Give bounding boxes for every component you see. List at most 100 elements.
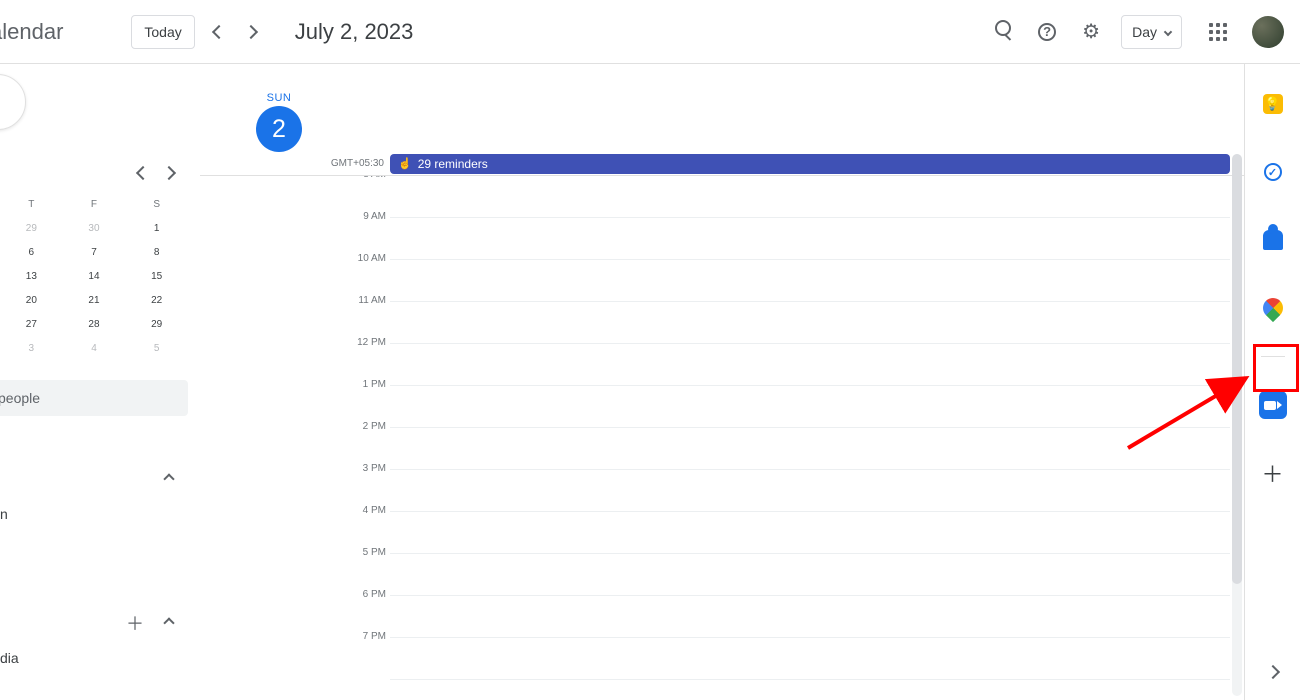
app-header: alendar Today July 2, 2023 ? ⚙ Day xyxy=(0,0,1300,64)
mini-cal-day[interactable]: 14 xyxy=(63,264,126,288)
main-area: TFS 29301678131415202122272829345 people… xyxy=(0,64,1300,700)
view-selector[interactable]: Day xyxy=(1121,15,1182,49)
today-button[interactable]: Today xyxy=(131,15,194,49)
search-icon xyxy=(995,20,1011,43)
calendar-list-item-2[interactable]: dia xyxy=(0,650,188,666)
keep-button[interactable]: 💡 xyxy=(1253,84,1293,124)
app-title: alendar xyxy=(0,19,83,45)
mini-cal-day[interactable]: 7 xyxy=(63,240,126,264)
reminders-event[interactable]: ☝ 29 reminders xyxy=(390,154,1230,174)
hour-row[interactable]: 11 AM xyxy=(390,302,1244,344)
get-addons-button[interactable]: ＋ xyxy=(1253,453,1293,493)
hour-label: 2 PM xyxy=(350,421,386,432)
hour-label: 4 PM xyxy=(350,505,386,516)
mini-cal-day[interactable]: 5 xyxy=(125,336,188,360)
maps-icon xyxy=(1258,294,1286,322)
zoom-addon-button[interactable] xyxy=(1253,385,1293,425)
hour-label: 9 AM xyxy=(350,211,386,222)
mini-cal-dow: S xyxy=(125,192,188,216)
hour-row[interactable]: 7 PM xyxy=(390,638,1244,680)
create-button[interactable] xyxy=(0,74,26,130)
all-day-row: GMT+05:30 ☝ 29 reminders xyxy=(200,152,1244,176)
support-button[interactable]: ? xyxy=(1027,12,1067,52)
day-number: 2 xyxy=(256,106,302,152)
chevron-right-icon xyxy=(162,166,176,180)
mini-cal-day[interactable]: 28 xyxy=(63,312,126,336)
prev-day-button[interactable] xyxy=(203,16,235,48)
mini-calendar-grid[interactable]: TFS 29301678131415202122272829345 xyxy=(0,192,188,360)
hour-row[interactable]: 2 PM xyxy=(390,428,1244,470)
hour-label: 6 PM xyxy=(350,589,386,600)
hour-label: 7 PM xyxy=(350,631,386,642)
section-collapse-1[interactable] xyxy=(156,466,182,492)
account-avatar[interactable] xyxy=(1252,16,1284,48)
maps-button[interactable] xyxy=(1253,288,1293,328)
add-other-calendars-button[interactable]: ＋ xyxy=(126,610,144,636)
keep-icon: 💡 xyxy=(1263,94,1283,114)
search-button[interactable] xyxy=(983,12,1023,52)
hour-row[interactable]: 8 AM xyxy=(390,176,1244,218)
day-view: SUN 2 GMT+05:30 ☝ 29 reminders 8 AM9 AM1… xyxy=(200,64,1244,700)
scrollbar-track[interactable] xyxy=(1232,154,1242,696)
mini-cal-dow: T xyxy=(0,192,63,216)
mini-cal-day[interactable]: 3 xyxy=(0,336,63,360)
mini-cal-day[interactable]: 6 xyxy=(0,240,63,264)
date-nav xyxy=(203,16,267,48)
hours-scroll-area[interactable]: 8 AM9 AM10 AM11 AM12 PM1 PM2 PM3 PM4 PM5… xyxy=(200,176,1244,700)
hour-label: 10 AM xyxy=(350,253,386,264)
day-of-week: SUN xyxy=(256,92,302,104)
mini-cal-day[interactable]: 22 xyxy=(125,288,188,312)
contacts-button[interactable] xyxy=(1253,220,1293,260)
view-selector-label: Day xyxy=(1132,24,1157,40)
chevron-up-icon xyxy=(163,473,174,484)
side-panel: 💡 ＋ xyxy=(1244,64,1300,700)
hour-row[interactable]: 3 PM xyxy=(390,470,1244,512)
settings-button[interactable]: ⚙ xyxy=(1071,12,1111,52)
hour-label: 3 PM xyxy=(350,463,386,474)
mini-cal-day[interactable]: 20 xyxy=(0,288,63,312)
day-column-header[interactable]: SUN 2 xyxy=(256,92,302,152)
mini-cal-day[interactable]: 27 xyxy=(0,312,63,336)
next-day-button[interactable] xyxy=(235,16,267,48)
hour-row[interactable]: 10 AM xyxy=(390,260,1244,302)
mini-cal-day[interactable]: 8 xyxy=(125,240,188,264)
tasks-icon xyxy=(1264,163,1282,181)
hour-label: 8 AM xyxy=(350,176,386,180)
plus-icon: ＋ xyxy=(1261,457,1283,489)
calendar-list-item-1[interactable]: n xyxy=(0,506,188,522)
hide-side-panel-button[interactable] xyxy=(1253,652,1293,692)
tasks-button[interactable] xyxy=(1253,152,1293,192)
chevron-up-icon xyxy=(163,617,174,628)
chevron-left-icon xyxy=(212,24,226,38)
google-apps-button[interactable] xyxy=(1198,12,1238,52)
contacts-icon xyxy=(1263,230,1283,250)
reminder-icon: ☝ xyxy=(398,157,412,170)
mini-cal-day[interactable]: 1 xyxy=(125,216,188,240)
mini-cal-day[interactable]: 30 xyxy=(63,216,126,240)
hour-label: 5 PM xyxy=(350,547,386,558)
scrollbar-thumb[interactable] xyxy=(1232,154,1242,584)
mini-cal-day[interactable]: 29 xyxy=(0,216,63,240)
zoom-icon xyxy=(1259,391,1287,419)
hour-row[interactable]: 5 PM xyxy=(390,554,1244,596)
hour-row[interactable]: 6 PM xyxy=(390,596,1244,638)
hour-row[interactable]: 4 PM xyxy=(390,512,1244,554)
help-icon: ? xyxy=(1038,23,1056,41)
mini-cal-next[interactable] xyxy=(156,160,182,186)
hour-row[interactable]: 12 PM xyxy=(390,344,1244,386)
mini-cal-day[interactable]: 15 xyxy=(125,264,188,288)
mini-cal-day[interactable]: 21 xyxy=(63,288,126,312)
section-collapse-2[interactable] xyxy=(156,610,182,636)
search-people-input[interactable]: people xyxy=(0,380,188,416)
mini-cal-day[interactable]: 4 xyxy=(63,336,126,360)
mini-cal-prev[interactable] xyxy=(130,160,156,186)
chevron-down-icon xyxy=(1164,27,1172,35)
current-date: July 2, 2023 xyxy=(295,19,414,45)
mini-cal-day[interactable]: 29 xyxy=(125,312,188,336)
mini-cal-day[interactable]: 13 xyxy=(0,264,63,288)
hour-label: 12 PM xyxy=(350,337,386,348)
hour-row[interactable]: 9 AM xyxy=(390,218,1244,260)
hour-row[interactable]: 1 PM xyxy=(390,386,1244,428)
reminders-event-label: 29 reminders xyxy=(418,157,488,171)
mini-cal-dow: F xyxy=(63,192,126,216)
